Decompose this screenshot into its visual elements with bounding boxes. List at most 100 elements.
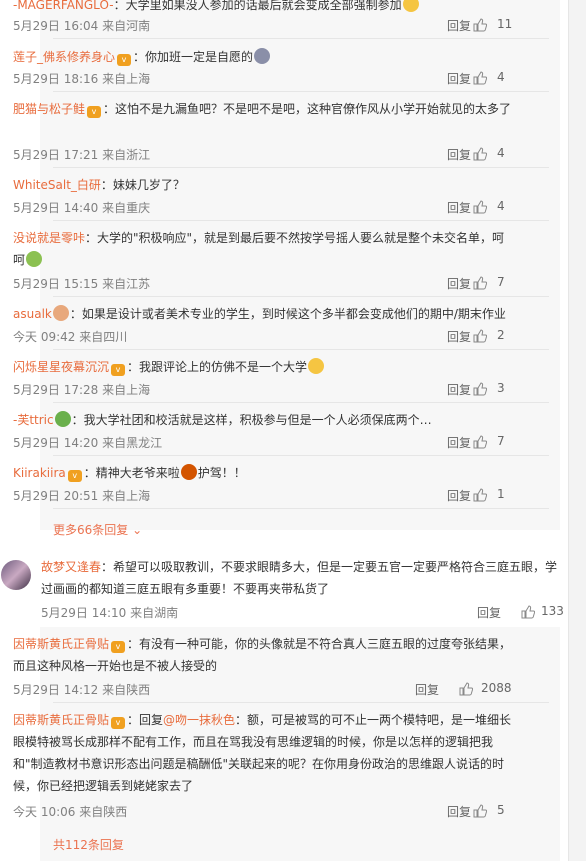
like-icon[interactable] bbox=[473, 71, 487, 85]
reply-meta: 今天 09:42 来自四川 回复 2 bbox=[13, 328, 513, 346]
timestamp: 5月29日 14:12 来自陕西 bbox=[13, 683, 151, 697]
reply-button[interactable]: 回复 bbox=[447, 803, 471, 820]
emoji-icon bbox=[308, 358, 325, 374]
reply-button[interactable]: 回复 bbox=[447, 17, 471, 34]
timestamp: 今天 09:42 来自四川 bbox=[13, 330, 128, 344]
username-link[interactable]: 闪烁星星夜幕沉沉 bbox=[13, 360, 109, 374]
avatar[interactable] bbox=[1, 560, 31, 590]
comment-page: -MAGERFANGLO-：大学里如果没人参加的话最后就会变成全部强制参加 5月… bbox=[0, 0, 586, 861]
divider bbox=[53, 455, 549, 456]
username-link[interactable]: Kiirakiira bbox=[13, 466, 66, 480]
reply-button[interactable]: 回复 bbox=[415, 681, 439, 698]
reply-meta: 5月29日 16:04 来自河南 回复 11 bbox=[13, 17, 513, 35]
like-icon[interactable] bbox=[473, 488, 487, 502]
list-item: Kiirakiira v ：精神大老爷来啦 护驾！！ bbox=[13, 462, 513, 484]
reply-meta: 5月29日 18:16 来自上海 回复 4 bbox=[13, 70, 513, 88]
username-link[interactable]: -芙ttric bbox=[13, 413, 54, 427]
comment-meta: 5月29日 14:10 来自湖南 回复 133 bbox=[41, 604, 564, 622]
username-link[interactable]: -MAGERFANGLO- bbox=[13, 0, 114, 12]
timestamp: 5月29日 18:16 来自上海 bbox=[13, 72, 151, 86]
reply-button[interactable]: 回复 bbox=[447, 70, 471, 87]
emoji-icon bbox=[254, 48, 271, 64]
emoji-icon bbox=[402, 0, 419, 12]
emoji-icon bbox=[52, 305, 69, 321]
like-count: 4 bbox=[497, 199, 505, 213]
timestamp: 今天 10:06 来自陕西 bbox=[13, 805, 128, 819]
like-icon[interactable] bbox=[473, 435, 487, 449]
like-icon[interactable] bbox=[473, 147, 487, 161]
reply-meta: 5月29日 17:21 来自浙江 回复 4 bbox=[13, 146, 513, 164]
like-icon[interactable] bbox=[473, 804, 487, 818]
like-icon[interactable] bbox=[473, 276, 487, 290]
username-link[interactable]: 莲子_佛系修养身心 bbox=[13, 50, 115, 64]
emoji-icon bbox=[54, 411, 71, 427]
reply-button[interactable]: 回复 bbox=[477, 604, 501, 621]
reply-meta: 5月29日 14:12 来自陕西 回复 2088 bbox=[13, 681, 513, 699]
divider bbox=[53, 349, 549, 350]
like-icon[interactable] bbox=[521, 605, 535, 619]
like-icon[interactable] bbox=[473, 18, 487, 32]
timestamp: 5月29日 15:15 来自江苏 bbox=[13, 277, 151, 291]
like-count: 2 bbox=[497, 328, 505, 342]
username-link[interactable]: 因蒂斯黄氏正骨贴 bbox=[13, 637, 109, 651]
reply-button[interactable]: 回复 bbox=[447, 381, 471, 398]
like-icon[interactable] bbox=[473, 382, 487, 396]
comment-text: ：希望可以吸取教训，不要求眼睛多大，但是一定要五官一定要严格符合三庭五眼，学过画… bbox=[41, 560, 558, 596]
vip-badge-icon: v bbox=[87, 106, 102, 118]
total-replies-link[interactable]: 共112条回复 bbox=[53, 836, 124, 853]
list-item: WhiteSalt_白研：妹妹几岁了？ bbox=[13, 174, 513, 196]
like-count: 4 bbox=[497, 70, 505, 84]
more-replies-link[interactable]: 更多66条回复 ⌄ bbox=[53, 521, 142, 538]
scrollbar[interactable] bbox=[568, 0, 586, 861]
reply-button[interactable]: 回复 bbox=[447, 434, 471, 451]
like-icon[interactable] bbox=[473, 329, 487, 343]
reply-meta: 5月29日 20:51 来自上海 回复 1 bbox=[13, 487, 513, 505]
username-link[interactable]: 故梦又逢春 bbox=[41, 560, 101, 574]
list-item: asualk ：如果是设计或者美术专业的学生，到时候这个多半都会变成他们的期中/期… bbox=[13, 303, 513, 325]
like-count: 133 bbox=[541, 604, 564, 618]
list-item: 因蒂斯黄氏正骨贴 v ：回复@吻一抹秋色：额，可是被骂的可不止一两个模特吧，是一堆细… bbox=[13, 709, 513, 797]
divider bbox=[53, 702, 549, 703]
divider bbox=[53, 508, 549, 509]
like-count: 3 bbox=[497, 381, 505, 395]
username-link[interactable]: 没说就是零咔 bbox=[13, 231, 85, 245]
divider bbox=[53, 296, 549, 297]
vip-badge-icon: v bbox=[111, 364, 126, 376]
username-link[interactable]: 肥猫与松子鲑 bbox=[13, 102, 85, 116]
timestamp: 5月29日 14:20 来自黑龙江 bbox=[13, 436, 163, 450]
like-icon[interactable] bbox=[459, 682, 473, 696]
divider bbox=[53, 91, 549, 92]
timestamp: 5月29日 20:51 来自上海 bbox=[13, 489, 151, 503]
list-item: -MAGERFANGLO-：大学里如果没人参加的话最后就会变成全部强制参加 bbox=[13, 0, 513, 16]
reply-button[interactable]: 回复 bbox=[447, 275, 471, 292]
comment-text: ：我大学社团和校活就是这样，积极参与但是一个人必须保底两个… bbox=[71, 413, 432, 427]
divider bbox=[53, 167, 549, 168]
comment-text: ：回复 bbox=[127, 713, 164, 727]
vip-badge-icon: v bbox=[111, 717, 126, 729]
like-count: 4 bbox=[497, 146, 505, 160]
emoji-icon bbox=[180, 464, 197, 480]
list-item: -芙ttric ：我大学社团和校活就是这样，积极参与但是一个人必须保底两个… bbox=[13, 409, 513, 431]
username-link[interactable]: WhiteSalt_白研 bbox=[13, 178, 101, 192]
timestamp: 5月29日 16:04 来自河南 bbox=[13, 19, 151, 33]
comment-text: ：大学的"积极响应"，就是到最后要不然按学号摇人要么就是整个未交名单，呵呵 bbox=[13, 231, 505, 267]
comment-text: ：妹妹几岁了？ bbox=[100, 178, 185, 192]
list-item: 没说就是零咔：大学的"积极响应"，就是到最后要不然按学号摇人要么就是整个未交名单… bbox=[13, 227, 513, 271]
comment-text: ：精神大老爷来啦 bbox=[83, 466, 180, 480]
comment-text: 护驾！！ bbox=[197, 466, 246, 480]
reply-button[interactable]: 回复 bbox=[447, 328, 471, 345]
like-count: 7 bbox=[497, 434, 505, 448]
username-link[interactable]: 因蒂斯黄氏正骨贴 bbox=[13, 713, 109, 727]
divider bbox=[53, 38, 549, 39]
like-count: 7 bbox=[497, 275, 505, 289]
reply-button[interactable]: 回复 bbox=[447, 487, 471, 504]
reply-button[interactable]: 回复 bbox=[447, 146, 471, 163]
reply-button[interactable]: 回复 bbox=[447, 199, 471, 216]
mention-link[interactable]: @吻一抹秋色 bbox=[163, 713, 235, 727]
username-link[interactable]: asualk bbox=[13, 307, 52, 321]
like-icon[interactable] bbox=[473, 200, 487, 214]
reply-meta: 5月29日 14:40 来自重庆 回复 4 bbox=[13, 199, 513, 217]
list-item: 闪烁星星夜幕沉沉 v ：我跟评论上的仿佛不是一个大学 bbox=[13, 356, 513, 378]
timestamp: 5月29日 14:40 来自重庆 bbox=[13, 201, 151, 215]
like-count: 5 bbox=[497, 803, 505, 817]
